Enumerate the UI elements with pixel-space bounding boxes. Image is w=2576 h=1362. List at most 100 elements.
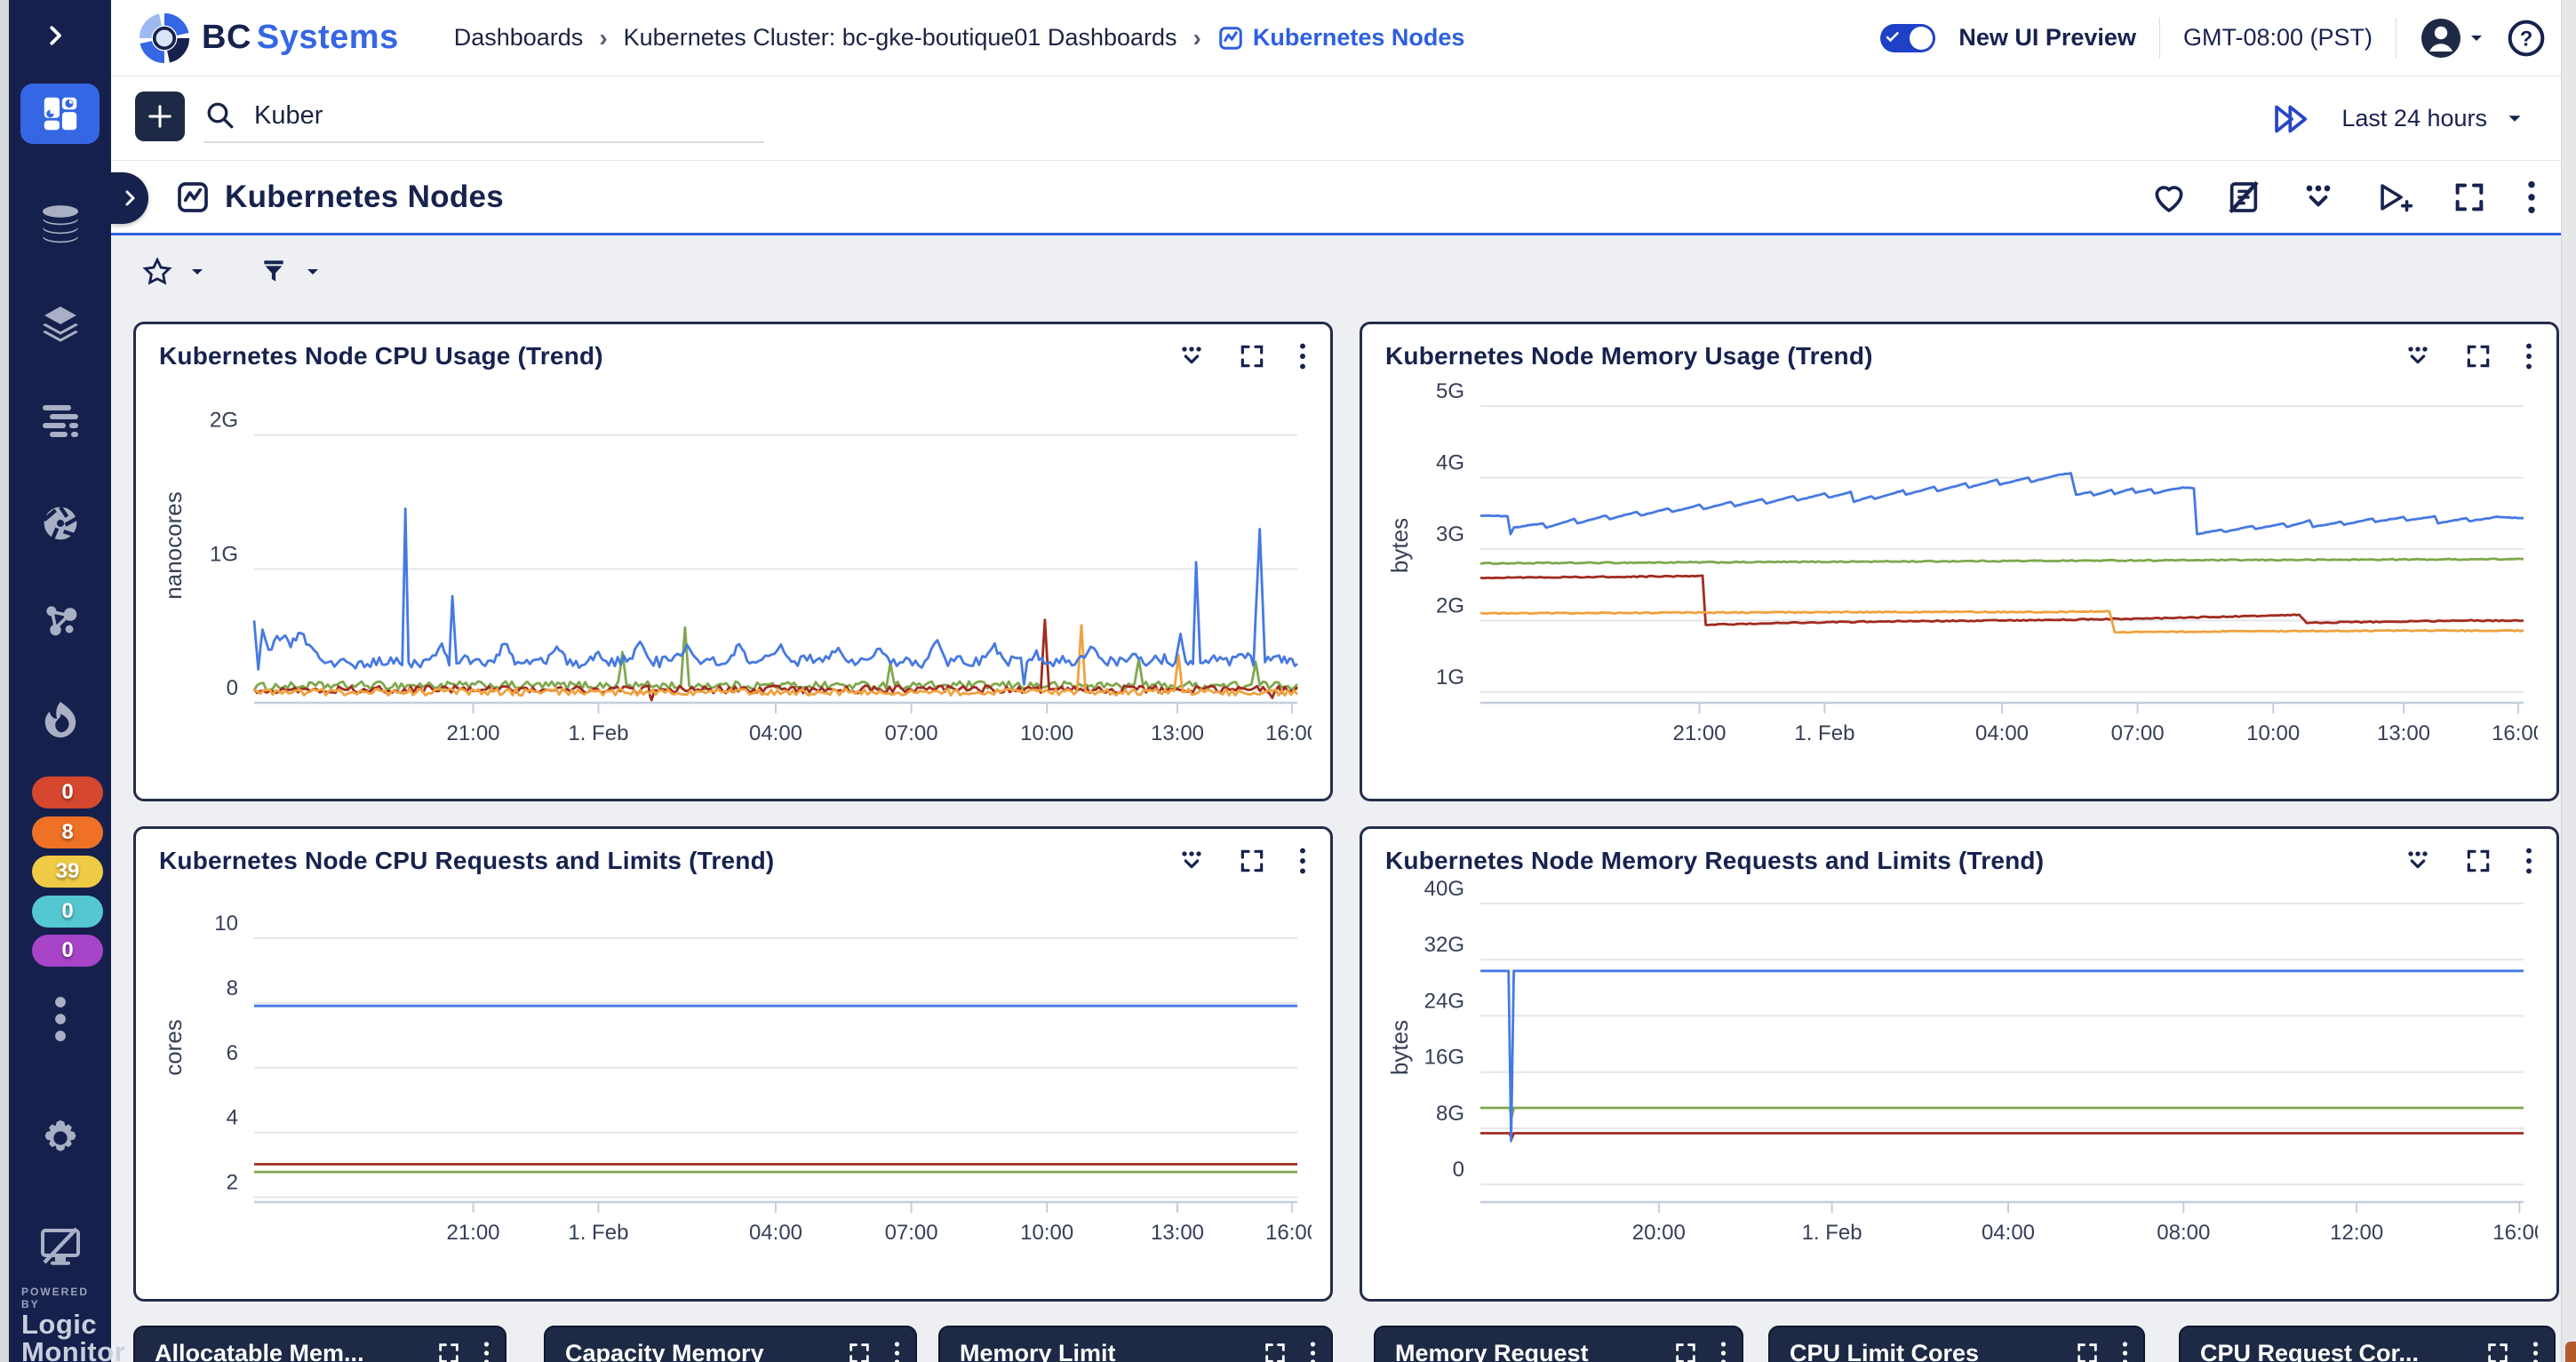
page-title-bar: Kubernetes Nodes xyxy=(111,161,2576,235)
widget-title: Memory Limit xyxy=(960,1340,1116,1362)
svg-text:6: 6 xyxy=(227,1041,238,1065)
widget-kebab-menu-button[interactable] xyxy=(1298,847,1307,875)
widget-title: Kubernetes Node Memory Usage (Trend) xyxy=(1385,342,1873,370)
svg-text:2G: 2G xyxy=(210,409,238,433)
svg-text:04:00: 04:00 xyxy=(749,1221,802,1245)
widget-fullscreen-button[interactable] xyxy=(2464,847,2492,875)
kebab-icon xyxy=(54,996,67,1042)
widget-fullscreen-button[interactable] xyxy=(436,1341,461,1362)
more-dots-chevron-button[interactable] xyxy=(2301,179,2336,215)
breadcrumb: Dashboards › Kubernetes Cluster: bc-gke-… xyxy=(454,24,1465,52)
user-menu[interactable] xyxy=(2420,17,2484,60)
check-icon xyxy=(1886,30,1900,44)
breadcrumb-current-page[interactable]: Kubernetes Nodes xyxy=(1217,24,1465,52)
widget-fullscreen-button[interactable] xyxy=(2485,1341,2510,1362)
avatar-icon xyxy=(2420,17,2462,60)
svg-text:16:00: 16:00 xyxy=(2492,721,2538,745)
widget-cpu-request-cores: CPU Request Cor... xyxy=(2179,1326,2556,1362)
favorite-heart-button[interactable] xyxy=(2151,179,2187,215)
widget-fullscreen-button[interactable] xyxy=(2075,1341,2100,1362)
add-dashboard-button[interactable] xyxy=(135,92,185,141)
cpu-usage-trend-chart: 01G2G21:001. Feb04:0007:0010:0013:0016:0… xyxy=(155,376,1312,753)
breadcrumb-separator-icon: › xyxy=(1193,24,1201,52)
sidebar-item-modules[interactable] xyxy=(9,303,111,346)
alert-badge-other[interactable]: 0 xyxy=(32,935,103,967)
breadcrumb-cluster[interactable]: Kubernetes Cluster: bc-gke-boutique01 Da… xyxy=(624,24,1177,52)
widget-fullscreen-button[interactable] xyxy=(2464,342,2492,370)
sidebar-expand-chevron-icon[interactable] xyxy=(34,14,76,57)
scrollbar[interactable] xyxy=(2561,0,2576,1362)
slideshow-add-button[interactable] xyxy=(2375,179,2413,215)
widget-fullscreen-button[interactable] xyxy=(847,1341,872,1362)
widget-allocatable-memory: Allocatable Mem... xyxy=(133,1326,506,1362)
widget-kebab-menu-button[interactable] xyxy=(1298,342,1307,370)
widget-kebab-menu-button[interactable] xyxy=(2532,1341,2540,1362)
alert-badge-error[interactable]: 8 xyxy=(32,816,103,848)
svg-text:1. Feb: 1. Feb xyxy=(568,721,628,745)
alert-badge-warning[interactable]: 39 xyxy=(32,856,103,888)
sidebar-item-dashboards[interactable] xyxy=(20,84,100,144)
widget-title: Allocatable Mem... xyxy=(155,1340,364,1362)
widget-kebab-menu-button[interactable] xyxy=(2524,342,2533,370)
panel-expand-chevron[interactable] xyxy=(111,172,148,224)
powered-by-label: POWERED BY xyxy=(21,1286,111,1310)
alert-badge-warning-count: 39 xyxy=(56,859,80,884)
svg-text:3G: 3G xyxy=(1436,522,1464,546)
svg-text:10:00: 10:00 xyxy=(2246,721,2300,745)
new-ui-preview-toggle[interactable] xyxy=(1880,24,1935,52)
play-forward-icon[interactable] xyxy=(2272,101,2311,137)
svg-text:16:00: 16:00 xyxy=(1265,1221,1312,1245)
search-input[interactable] xyxy=(254,101,681,131)
sidebar-item-legacy-ui[interactable] xyxy=(9,1225,111,1268)
page-title: Kubernetes Nodes xyxy=(225,179,504,215)
widget-fullscreen-button[interactable] xyxy=(1673,1341,1698,1362)
widget-kebab-menu-button[interactable] xyxy=(483,1341,490,1362)
timezone-label: GMT-08:00 (PST) xyxy=(2183,24,2373,52)
kebab-menu-button[interactable] xyxy=(2526,179,2537,215)
disable-report-button[interactable] xyxy=(2226,179,2261,215)
chevron-down-icon xyxy=(2469,33,2484,44)
widget-fullscreen-button[interactable] xyxy=(1263,1341,1288,1362)
widget-more-dots-chevron-button[interactable] xyxy=(2404,847,2432,875)
widget-more-dots-chevron-button[interactable] xyxy=(1177,847,1206,875)
svg-text:8: 8 xyxy=(227,976,238,1000)
memory-requests-limits-chart: 08G16G24G32G40G20:001. Feb04:0008:0012:0… xyxy=(1381,880,2538,1252)
svg-text:5G: 5G xyxy=(1436,379,1464,403)
widget-more-dots-chevron-button[interactable] xyxy=(2404,342,2432,370)
svg-text:16G: 16G xyxy=(1424,1046,1464,1070)
memory-usage-trend-chart: 1G2G3G4G5G21:001. Feb04:0007:0010:0013:0… xyxy=(1381,376,2538,753)
alert-badge-critical[interactable]: 0 xyxy=(32,777,103,808)
chart-square-icon xyxy=(175,179,211,215)
sidebar-item-mapping[interactable] xyxy=(9,502,111,545)
widget-fullscreen-button[interactable] xyxy=(1238,847,1266,875)
widget-kebab-menu-button[interactable] xyxy=(1719,1341,1727,1362)
help-icon[interactable]: ? xyxy=(2507,19,2546,58)
alert-badge-info[interactable]: 0 xyxy=(32,896,103,928)
sidebar-item-settings[interactable] xyxy=(9,1117,111,1159)
widget-memory-usage-trend: Kubernetes Node Memory Usage (Trend) 1G2… xyxy=(1360,322,2559,801)
sidebar-item-topology[interactable] xyxy=(9,599,111,641)
favorites-dropdown[interactable] xyxy=(142,257,204,287)
brand-systems: Systems xyxy=(257,19,399,56)
widget-more-dots-chevron-button[interactable] xyxy=(1177,342,1206,370)
time-range-selector[interactable]: Last 24 hours xyxy=(2341,105,2523,132)
svg-text:13:00: 13:00 xyxy=(2377,721,2430,745)
sidebar-more-menu[interactable] xyxy=(9,998,111,1040)
widget-fullscreen-button[interactable] xyxy=(1238,342,1266,370)
sidebar-item-alerts-flame[interactable] xyxy=(9,697,111,740)
widget-title: Kubernetes Node CPU Requests and Limits … xyxy=(159,847,774,875)
alert-badge-critical-count: 0 xyxy=(61,780,73,805)
widget-kebab-menu-button[interactable] xyxy=(2524,847,2533,875)
svg-text:1G: 1G xyxy=(1436,665,1464,689)
svg-text:12:00: 12:00 xyxy=(2330,1221,2383,1245)
brand-logo[interactable]: BCSystems xyxy=(138,12,399,65)
filter-dropdown[interactable] xyxy=(259,257,320,287)
widget-kebab-menu-button[interactable] xyxy=(893,1341,901,1362)
sidebar-item-logs[interactable] xyxy=(9,402,111,444)
widget-kebab-menu-button[interactable] xyxy=(2121,1341,2129,1362)
svg-text:07:00: 07:00 xyxy=(2111,721,2165,745)
fullscreen-button[interactable] xyxy=(2452,179,2487,215)
widget-kebab-menu-button[interactable] xyxy=(1309,1341,1317,1362)
sidebar-item-resources[interactable] xyxy=(9,203,111,245)
breadcrumb-dashboards[interactable]: Dashboards xyxy=(454,24,584,52)
